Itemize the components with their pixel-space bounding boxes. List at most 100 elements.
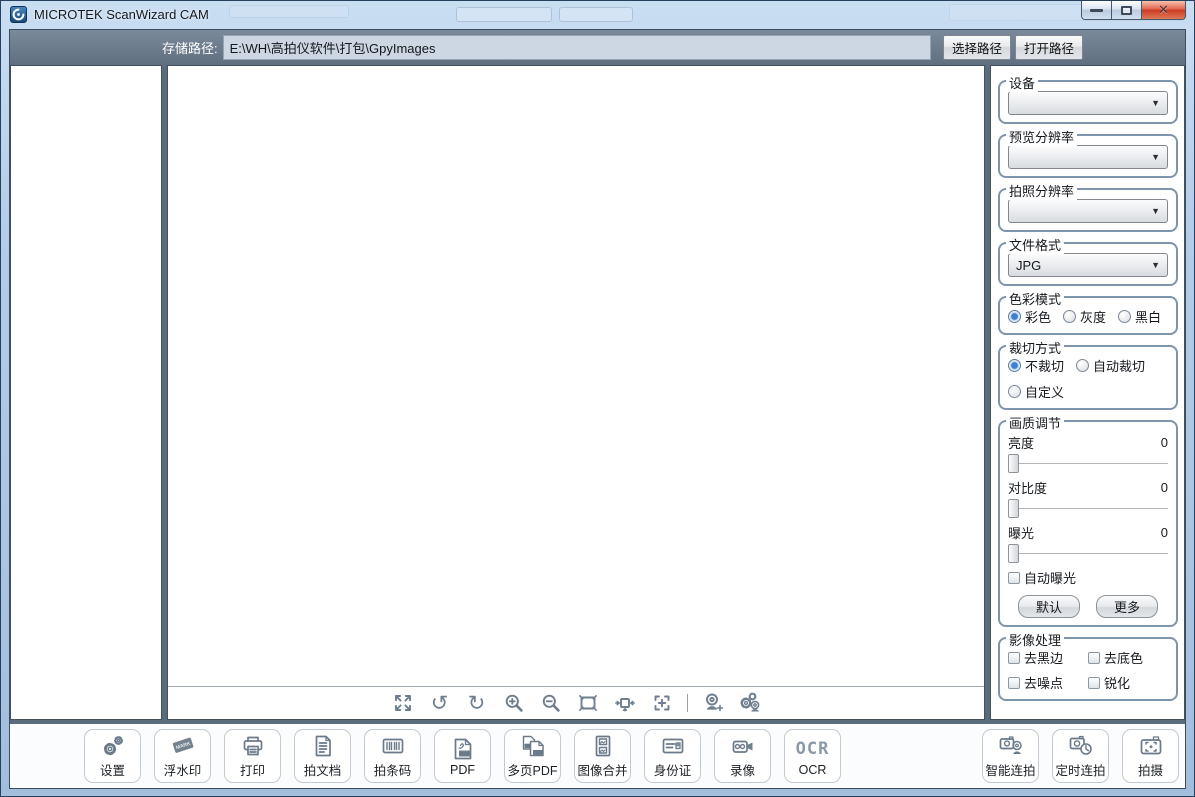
radio-bw[interactable]: 黑白: [1118, 307, 1161, 326]
chevron-down-icon: ▼: [1151, 206, 1160, 216]
rotate-right-icon[interactable]: ↻: [465, 691, 489, 715]
preview-resolution-select[interactable]: ▼: [1008, 145, 1168, 169]
auto-exposure-checkbox[interactable]: 自动曝光: [1008, 568, 1076, 587]
video-camera-icon: [730, 733, 756, 759]
group-color-mode: 色彩模式 彩色 灰度 黑白: [998, 296, 1178, 335]
titlebar[interactable]: MICROTEK ScanWizard CAM ✕: [1, 1, 1194, 29]
contrast-value: 0: [1161, 480, 1168, 495]
group-crop-mode: 裁切方式 不裁切 自动裁切 自定义: [998, 345, 1178, 410]
radio-custom-crop[interactable]: 自定义: [1008, 382, 1064, 401]
maximize-button[interactable]: [1112, 1, 1142, 20]
timed-burst-button[interactable]: 定时连拍: [1052, 729, 1109, 783]
minimize-button[interactable]: [1081, 1, 1112, 20]
barcode-icon: [380, 733, 406, 759]
ocr-text-icon: OCR: [796, 736, 830, 762]
contrast-label: 对比度: [1008, 478, 1047, 497]
more-button[interactable]: 更多: [1096, 595, 1158, 618]
close-button[interactable]: ✕: [1142, 1, 1186, 20]
slider-thumb[interactable]: [1008, 499, 1019, 518]
capture-camera-icon: [1138, 733, 1164, 759]
settings-panel: 设备 ▼ 预览分辨率 ▼ 拍照分辨率: [990, 65, 1185, 720]
chevron-down-icon: ▼: [1151, 260, 1160, 270]
storage-path-input[interactable]: [223, 35, 931, 60]
brightness-label: 亮度: [1008, 433, 1034, 452]
multi-pdf-button[interactable]: PDPDF 多页PDF: [504, 729, 561, 783]
image-merge-icon: [590, 733, 616, 759]
pdf-file-icon: PDF: [450, 736, 476, 762]
file-format-select[interactable]: JPG ▼: [1008, 253, 1168, 277]
window-content: 存储路径: 选择路径 打开路径 ↺ ↻: [9, 29, 1186, 789]
smart-burst-button[interactable]: 智能连拍: [982, 729, 1039, 783]
storage-path-label: 存储路径:: [162, 38, 218, 57]
focus-plus-icon[interactable]: [650, 691, 674, 715]
group-preview-resolution: 预览分辨率 ▼: [998, 134, 1178, 178]
settings-gears-icon: [100, 733, 126, 759]
exposure-slider[interactable]: [1008, 543, 1168, 564]
fit-screen-icon[interactable]: [576, 691, 600, 715]
app-window: MICROTEK ScanWizard CAM ✕ 存储路径: 选择路径 打开路…: [0, 0, 1195, 797]
thumbnail-list-panel[interactable]: [10, 65, 162, 720]
radio-auto-crop[interactable]: 自动裁切: [1076, 356, 1145, 375]
group-device: 设备 ▼: [998, 80, 1178, 124]
denoise-checkbox[interactable]: 去噪点: [1008, 673, 1088, 692]
titlebar-ghost: [456, 7, 552, 22]
photo-resolution-select[interactable]: ▼: [1008, 199, 1168, 223]
shoot-barcode-button[interactable]: 拍条码: [364, 729, 421, 783]
settings-button[interactable]: 设置: [84, 729, 141, 783]
id-card-icon: [660, 733, 686, 759]
smart-capture-icon: [998, 733, 1024, 759]
preview-area[interactable]: [168, 66, 984, 686]
id-card-button[interactable]: 身份证: [644, 729, 701, 783]
exposure-value: 0: [1161, 525, 1168, 540]
group-quality: 画质调节 亮度 0 对比度 0 曝光 0: [998, 420, 1178, 627]
choose-path-button[interactable]: 选择路径: [943, 35, 1011, 60]
chevron-down-icon: ▼: [1151, 98, 1160, 108]
open-path-button[interactable]: 打开路径: [1015, 35, 1083, 60]
record-video-button[interactable]: 录像: [714, 729, 771, 783]
group-photo-resolution: 拍照分辨率 ▼: [998, 188, 1178, 232]
pdf-button[interactable]: PDF PDF: [434, 729, 491, 783]
sharpen-checkbox[interactable]: 锐化: [1088, 673, 1168, 692]
webcam-add-icon[interactable]: [701, 691, 725, 715]
svg-text:PDF: PDF: [459, 751, 469, 757]
watermark-button[interactable]: MARK 浮水印: [154, 729, 211, 783]
app-logo-icon: [10, 6, 27, 23]
zoom-in-icon[interactable]: [502, 691, 526, 715]
titlebar-ghost: [229, 5, 349, 18]
remove-background-checkbox[interactable]: 去底色: [1088, 648, 1168, 667]
fit-width-icon[interactable]: [613, 691, 637, 715]
svg-text:PDF: PDF: [533, 750, 542, 755]
expand-icon[interactable]: [391, 691, 415, 715]
radio-no-crop[interactable]: 不裁切: [1008, 356, 1064, 375]
camera-settings-icon[interactable]: [738, 691, 762, 715]
timed-capture-icon: [1068, 733, 1094, 759]
storage-path-bar: 存储路径: 选择路径 打开路径: [10, 30, 1185, 65]
slider-thumb[interactable]: [1008, 544, 1019, 563]
document-icon: [310, 733, 336, 759]
multi-pdf-icon: PDPDF: [520, 733, 546, 759]
slider-thumb[interactable]: [1008, 454, 1019, 473]
rotate-left-icon[interactable]: ↺: [428, 691, 452, 715]
radio-gray[interactable]: 灰度: [1063, 307, 1106, 326]
printer-icon: [240, 733, 266, 759]
chevron-down-icon: ▼: [1151, 152, 1160, 162]
remove-black-edge-checkbox[interactable]: 去黑边: [1008, 648, 1088, 667]
group-file-format: 文件格式 JPG ▼: [998, 242, 1178, 286]
shoot-document-button[interactable]: 拍文档: [294, 729, 351, 783]
preview-toolbar: ↺ ↻: [168, 686, 984, 719]
brightness-slider[interactable]: [1008, 453, 1168, 474]
contrast-slider[interactable]: [1008, 498, 1168, 519]
action-bar: 设置 MARK 浮水印 打印 拍文档 拍条码 PDF PDF: [10, 724, 1185, 788]
default-button[interactable]: 默认: [1018, 595, 1080, 618]
ocr-button[interactable]: OCR OCR: [784, 729, 841, 783]
capture-button[interactable]: 拍摄: [1122, 729, 1179, 783]
zoom-out-icon[interactable]: [539, 691, 563, 715]
device-select[interactable]: ▼: [1008, 91, 1168, 115]
image-merge-button[interactable]: 图像合并: [574, 729, 631, 783]
print-button[interactable]: 打印: [224, 729, 281, 783]
toolbar-divider: [687, 694, 688, 712]
group-processing: 影像处理 去黑边 去底色 去噪点 锐化: [998, 637, 1178, 701]
brightness-value: 0: [1161, 435, 1168, 450]
radio-color[interactable]: 彩色: [1008, 307, 1051, 326]
exposure-label: 曝光: [1008, 523, 1034, 542]
